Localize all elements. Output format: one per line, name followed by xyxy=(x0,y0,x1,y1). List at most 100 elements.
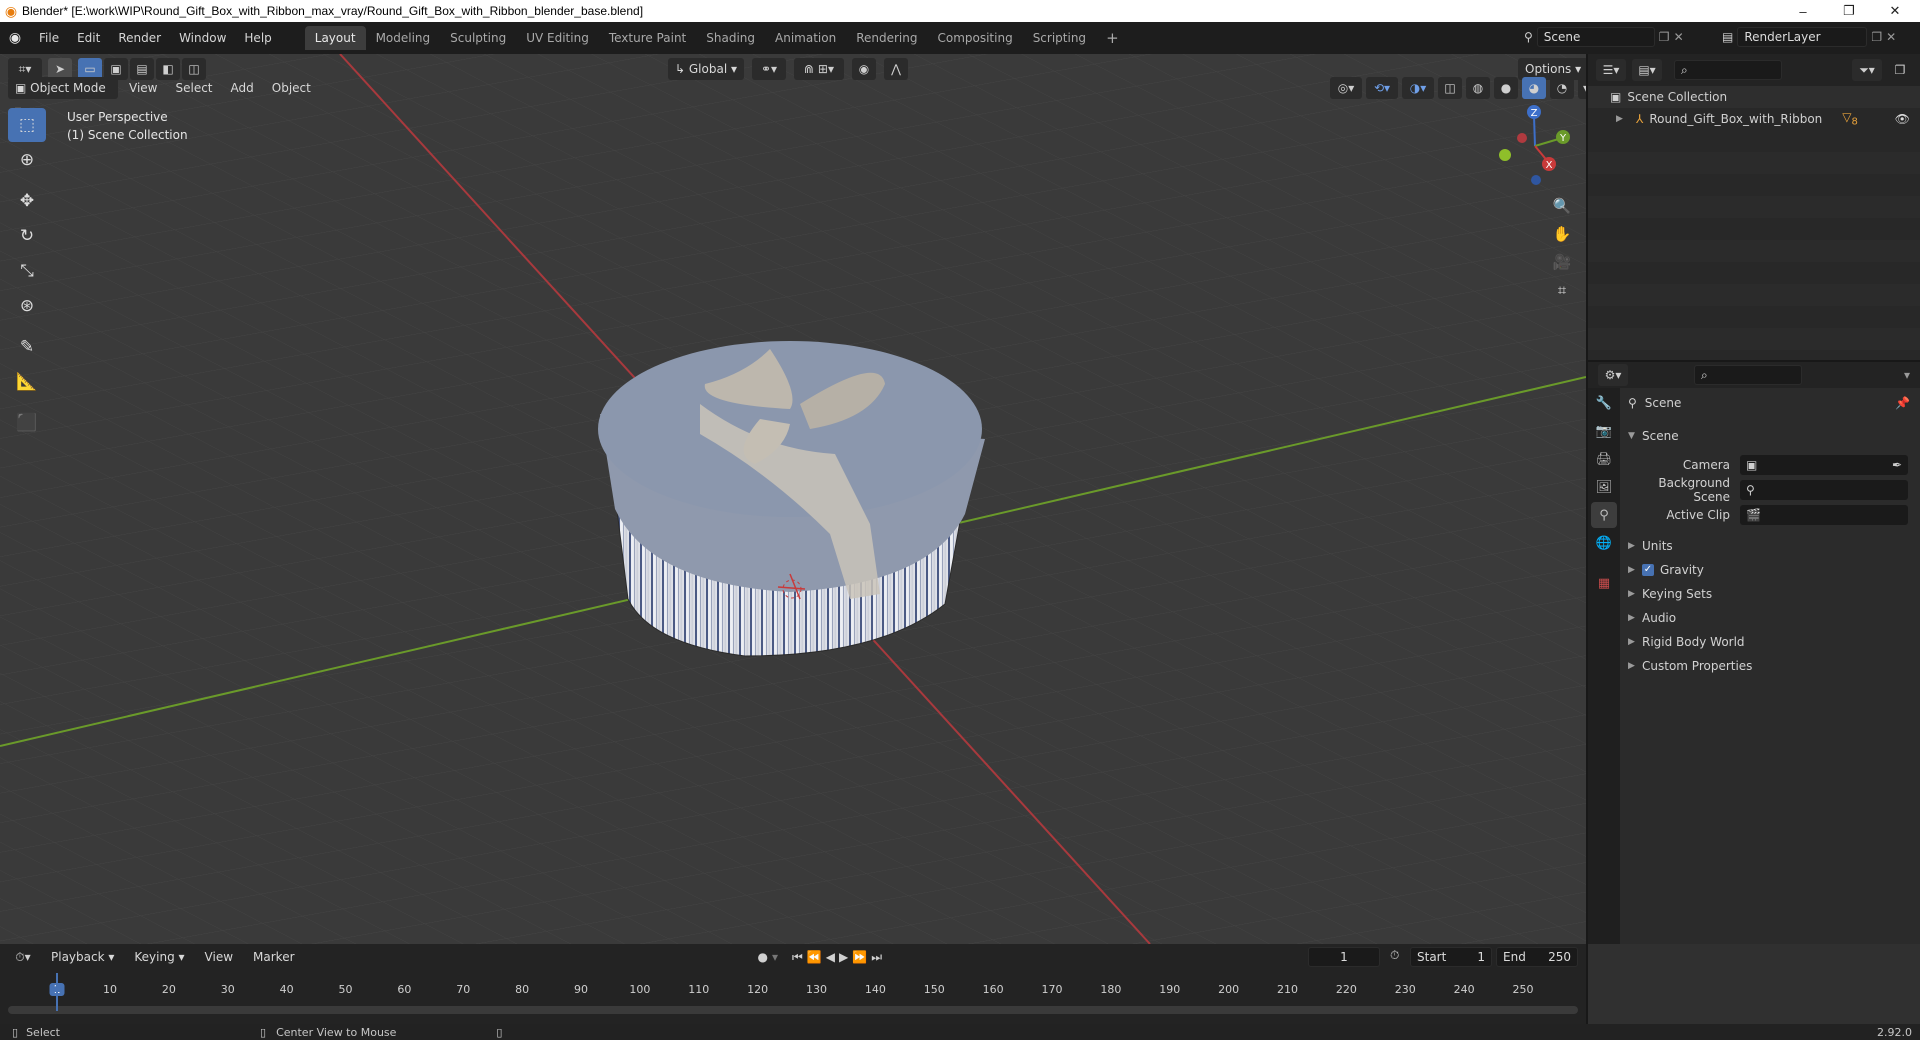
play-icon[interactable]: ▶ xyxy=(839,950,848,964)
menu-window[interactable]: Window xyxy=(170,27,235,49)
menu-help[interactable]: Help xyxy=(235,27,280,49)
tab-scripting[interactable]: Scripting xyxy=(1023,26,1096,50)
menu-playback[interactable]: Playback ▾ xyxy=(44,946,121,968)
eyedropper-icon[interactable]: ✒ xyxy=(1892,458,1902,472)
jump-start-icon[interactable]: ⏮ xyxy=(792,950,803,965)
transform-orientation-dropdown[interactable]: ↳ Global ▾ xyxy=(668,58,744,80)
preview-range-icon[interactable]: ⏱ xyxy=(1390,948,1399,963)
visibility-eye-icon[interactable]: 👁 xyxy=(1895,112,1910,126)
move-tool-icon[interactable]: ✥ xyxy=(8,184,46,218)
properties-search-input[interactable]: ⌕ xyxy=(1694,365,1802,385)
gravity-panel[interactable]: ▶ ✓ Gravity xyxy=(1620,558,1920,582)
tab-uv-editing[interactable]: UV Editing xyxy=(516,26,599,50)
pin-icon[interactable]: 📌 xyxy=(1895,396,1910,410)
tool-properties-tab-icon[interactable]: 🔧 xyxy=(1591,390,1617,416)
camera-view-icon[interactable]: 🎥 xyxy=(1547,248,1577,276)
gizmo-toggle-icon[interactable]: ⟲▾ xyxy=(1366,77,1398,99)
properties-options-icon[interactable]: ▾ xyxy=(1904,368,1910,382)
playhead[interactable] xyxy=(56,973,58,1011)
scene-properties-tab-icon[interactable]: ⚲ xyxy=(1591,502,1617,528)
view-layer-selector[interactable]: RenderLayer xyxy=(1737,27,1868,47)
rotate-tool-icon[interactable]: ↻ xyxy=(8,219,46,253)
record-icon[interactable]: ● xyxy=(758,950,768,964)
menu-timeline-view[interactable]: View xyxy=(198,946,240,968)
rigid-body-world-panel[interactable]: ▶ Rigid Body World xyxy=(1620,630,1920,654)
minimize-button[interactable]: – xyxy=(1780,0,1826,22)
outliner-row[interactable]: ▶ ⅄ Round_Gift_Box_with_Ribbon ▽8 👁 xyxy=(1588,108,1920,130)
camera-field[interactable]: ▣ ✒ xyxy=(1740,455,1908,475)
custom-properties-panel[interactable]: ▶ Custom Properties xyxy=(1620,654,1920,678)
tab-sculpting[interactable]: Sculpting xyxy=(440,26,516,50)
properties-editor-type-icon[interactable]: ⚙▾ xyxy=(1598,364,1628,386)
outliner-search-input[interactable]: ⌕ xyxy=(1674,60,1782,80)
background-scene-field[interactable]: ⚲ xyxy=(1740,480,1908,500)
timeline-editor-type-icon[interactable]: ⏱▾ xyxy=(8,946,38,968)
falloff-icon[interactable]: ⋀ xyxy=(884,58,908,80)
tab-compositing[interactable]: Compositing xyxy=(927,26,1022,50)
gravity-checkbox[interactable]: ✓ xyxy=(1642,564,1654,576)
scene-selector[interactable]: Scene xyxy=(1536,27,1655,47)
tab-shading[interactable]: Shading xyxy=(696,26,765,50)
keying-sets-panel[interactable]: ▶ Keying Sets xyxy=(1620,582,1920,606)
visibility-icon[interactable]: ◎▾ xyxy=(1330,77,1362,99)
cursor-tool-icon[interactable]: ⊕ xyxy=(8,143,46,177)
tab-layout[interactable]: Layout xyxy=(304,26,366,50)
pivot-point-icon[interactable]: ⚭▾ xyxy=(752,58,786,80)
material-shading-icon[interactable]: ◕ xyxy=(1522,77,1546,99)
menu-marker[interactable]: Marker xyxy=(246,946,301,968)
view-layer-copy-icon[interactable]: ❐ xyxy=(1871,30,1882,44)
add-workspace-button[interactable]: + xyxy=(1096,26,1129,50)
scene-delete-icon[interactable]: ✕ xyxy=(1674,30,1684,44)
scale-tool-icon[interactable]: ⤡ xyxy=(8,254,46,288)
object-mode-dropdown[interactable]: ▣ Object Mode ▾ xyxy=(8,77,118,117)
menu-file[interactable]: File xyxy=(30,27,68,49)
jump-end-icon[interactable]: ⏭ xyxy=(871,950,882,965)
active-clip-field[interactable]: 🎬 xyxy=(1740,505,1908,525)
add-cube-tool-icon[interactable]: ⬛ xyxy=(8,406,46,440)
annotate-tool-icon[interactable]: ✎ xyxy=(8,330,46,364)
transform-tool-icon[interactable]: ⊛ xyxy=(8,289,46,323)
new-collection-icon[interactable]: ❐ xyxy=(1888,59,1912,81)
end-frame-field[interactable]: End 250 xyxy=(1496,947,1578,967)
output-properties-tab-icon[interactable]: 🖨 xyxy=(1591,446,1617,472)
snapping-icon[interactable]: ⋒ ⊞▾ xyxy=(794,58,844,80)
scene-copy-icon[interactable]: ❐ xyxy=(1659,30,1670,44)
scene-panel-header[interactable]: ▼ Scene xyxy=(1620,424,1920,448)
menu-edit[interactable]: Edit xyxy=(68,27,109,49)
tab-rendering[interactable]: Rendering xyxy=(846,26,927,50)
next-keyframe-icon[interactable]: ⏩ xyxy=(852,950,867,964)
solid-shading-icon[interactable]: ● xyxy=(1494,77,1518,99)
proportional-edit-icon[interactable]: ◉ xyxy=(852,58,876,80)
overlay-toggle-icon[interactable]: ◑▾ xyxy=(1402,77,1434,99)
tab-texture-paint[interactable]: Texture Paint xyxy=(599,26,696,50)
view-layer-delete-icon[interactable]: ✕ xyxy=(1886,30,1896,44)
audio-panel[interactable]: ▶ Audio xyxy=(1620,606,1920,630)
outliner-root[interactable]: Scene Collection xyxy=(1627,90,1727,104)
pan-hand-icon[interactable]: ✋ xyxy=(1547,220,1577,248)
measure-tool-icon[interactable]: 📐 xyxy=(8,365,46,399)
menu-add[interactable]: Add xyxy=(224,77,261,99)
menu-select[interactable]: Select xyxy=(168,77,219,99)
outliner-item-name[interactable]: Round_Gift_Box_with_Ribbon xyxy=(1649,112,1822,126)
maximize-button[interactable]: ❐ xyxy=(1826,0,1872,22)
menu-view[interactable]: View xyxy=(122,77,164,99)
menu-render[interactable]: Render xyxy=(109,27,170,49)
menu-keying[interactable]: Keying ▾ xyxy=(127,946,191,968)
current-frame-field[interactable]: 1 xyxy=(1308,947,1380,967)
filter-icon[interactable]: ⏷▾ xyxy=(1852,59,1882,81)
units-panel[interactable]: ▶ Units xyxy=(1620,534,1920,558)
xray-icon[interactable]: ◫ xyxy=(1438,77,1462,99)
timeline-scrollbar[interactable] xyxy=(8,1006,1578,1014)
play-reverse-icon[interactable]: ◀ xyxy=(826,950,835,964)
rendered-shading-icon[interactable]: ◔ xyxy=(1550,77,1574,99)
select-box-tool-icon[interactable]: ⬚ xyxy=(8,108,46,142)
render-properties-tab-icon[interactable]: 📷 xyxy=(1591,418,1617,444)
blender-menu-icon[interactable]: ◉ xyxy=(0,30,30,46)
prev-keyframe-icon[interactable]: ⏪ xyxy=(807,950,822,964)
texture-properties-tab-icon[interactable]: ▦ xyxy=(1591,570,1617,596)
tab-animation[interactable]: Animation xyxy=(765,26,846,50)
display-mode-icon[interactable]: ▤▾ xyxy=(1632,59,1662,81)
3d-viewport[interactable]: Z Y X xyxy=(0,54,1586,944)
start-frame-field[interactable]: Start 1 xyxy=(1410,947,1492,967)
ortho-grid-icon[interactable]: ⌗ xyxy=(1547,276,1577,304)
